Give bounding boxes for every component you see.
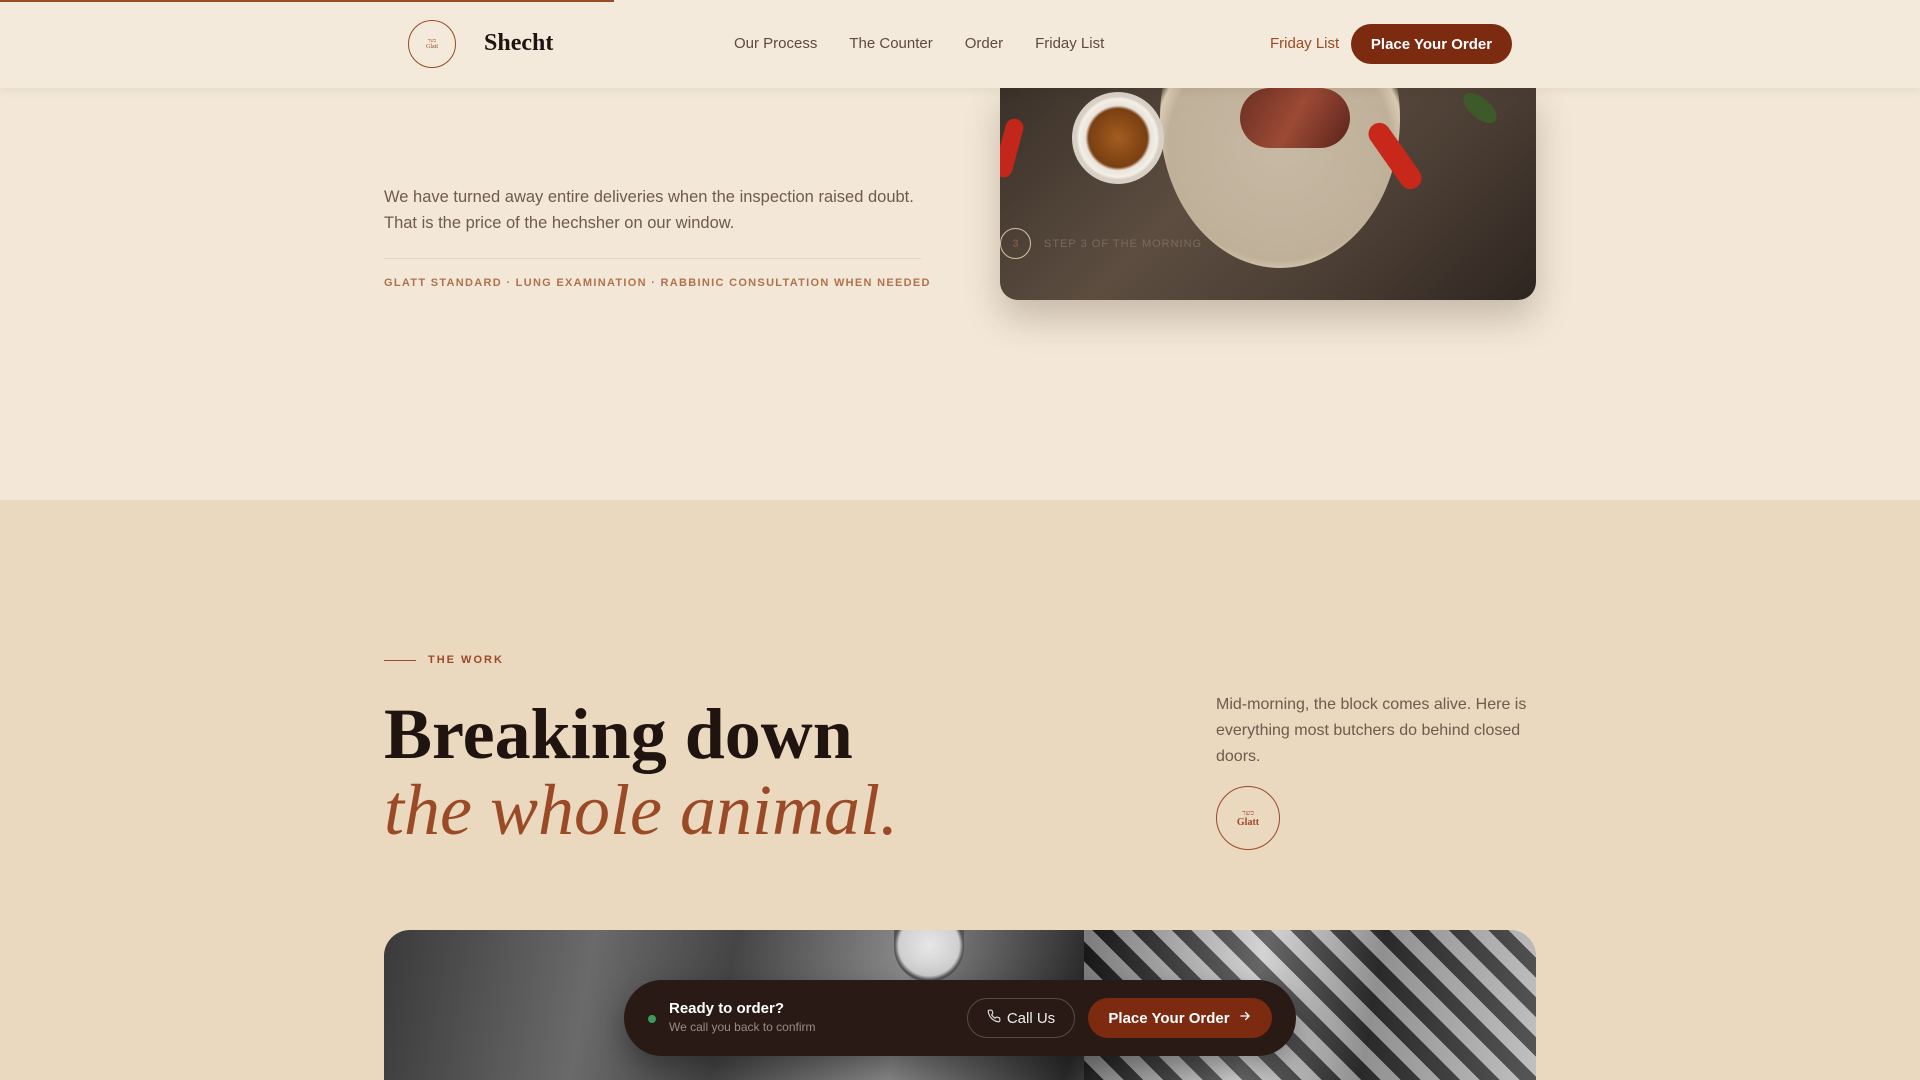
status-dot xyxy=(648,1015,656,1023)
glatt-seal: כשר Glatt xyxy=(1216,786,1280,850)
process-section: We have turned away entire deliveries wh… xyxy=(0,88,1920,500)
arrow-right-icon xyxy=(1238,1009,1252,1027)
food-photo xyxy=(1000,88,1536,300)
standards-tags: GLATT STANDARD · LUNG EXAMINATION · RABB… xyxy=(384,277,931,289)
eyebrow-line xyxy=(384,660,416,661)
scroll-progress xyxy=(0,0,1920,2)
order-bar-place-order-button[interactable]: Place Your Order xyxy=(1088,998,1272,1038)
seal-hebrew-text: כשר xyxy=(1242,808,1254,817)
section-eyebrow: THE WORK xyxy=(428,654,504,666)
section-headline: Breaking down xyxy=(384,694,853,774)
call-us-button[interactable]: Call Us xyxy=(967,998,1075,1038)
section-headline-accent: the whole animal. xyxy=(384,770,898,850)
sauce-bowl-shape xyxy=(1072,92,1164,184)
order-bar-title: Ready to order? xyxy=(669,1000,785,1017)
site-header: כשר Glatt Shecht Our Process The Counter… xyxy=(0,0,1920,88)
nav-item-friday-list[interactable]: Friday List xyxy=(1035,35,1104,52)
phone-icon xyxy=(987,1009,1001,1027)
process-body-text: We have turned away entire deliveries wh… xyxy=(384,184,924,236)
call-us-label: Call Us xyxy=(1006,1009,1056,1027)
step-number-badge: 3 xyxy=(1000,228,1031,259)
meat-shape xyxy=(1240,88,1350,148)
scroll-progress-fill xyxy=(0,0,615,2)
seal-latin-text: Glatt xyxy=(1236,816,1260,828)
nav-item-the-counter[interactable]: The Counter xyxy=(849,35,932,52)
chili-pepper-shape xyxy=(1000,116,1026,180)
brand-name[interactable]: Shecht xyxy=(484,30,553,57)
leaf-shape xyxy=(1458,88,1502,129)
wristwatch-shape xyxy=(894,930,964,982)
place-order-button[interactable]: Place Your Order xyxy=(1351,24,1512,64)
section-divider xyxy=(384,258,921,259)
main-nav: Our Process The Counter Order Friday Lis… xyxy=(734,35,1104,52)
friday-list-link[interactable]: Friday List xyxy=(1270,35,1339,52)
nav-item-our-process[interactable]: Our Process xyxy=(734,35,817,52)
nav-item-order[interactable]: Order xyxy=(965,35,1003,52)
section-side-text: Mid-morning, the block comes alive. Here… xyxy=(1216,696,1527,765)
floating-order-bar: Ready to order? We call you back to conf… xyxy=(624,980,1296,1056)
logo-badge[interactable]: כשר Glatt xyxy=(408,20,456,68)
process-body-line: That is the price of the hechsher on our… xyxy=(384,214,735,232)
process-body-line: We have turned away entire deliveries wh… xyxy=(384,188,914,206)
order-bar-subtitle: We call you back to confirm xyxy=(669,1020,816,1034)
order-bar-place-order-label: Place Your Order xyxy=(1108,1009,1230,1027)
step-label: STEP 3 OF THE MORNING xyxy=(1044,238,1203,250)
logo-latin-text: Glatt xyxy=(426,43,438,50)
